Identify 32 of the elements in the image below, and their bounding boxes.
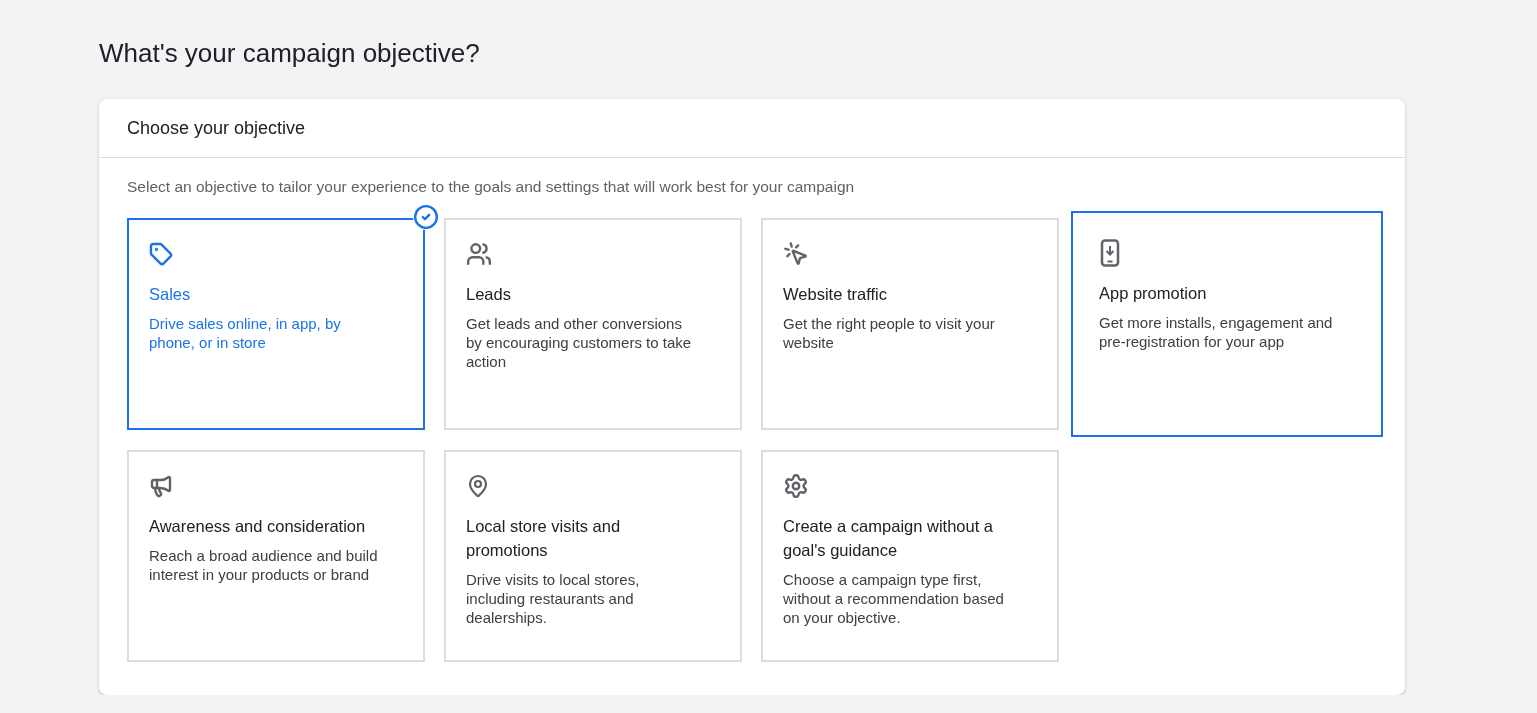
objective-title: Sales	[149, 284, 192, 305]
gear-icon	[783, 473, 809, 499]
objective-description: Reach a broad audience and build interest in your products or brand	[149, 546, 379, 584]
objective-title: Leads	[466, 284, 512, 305]
objective-description: Get the right people to visit your website	[783, 314, 996, 352]
objective-title: Local store visits and promotions	[466, 516, 622, 561]
map-pin-icon	[466, 474, 490, 498]
page-title: What's your campaign objective?	[99, 38, 481, 69]
tag-icon	[149, 242, 173, 266]
megaphone-icon	[149, 474, 173, 498]
objective-description: Get leads and other conversions by encouraging customers to take action	[466, 314, 693, 371]
objective-title: Website traffic	[783, 284, 888, 305]
objective-description: Drive sales online, in app, by phone, or in store	[149, 314, 342, 352]
phone-download-icon	[1099, 239, 1121, 267]
objective-title: App promotion	[1099, 283, 1208, 304]
objective-card[interactable]: Leads Get leads and other conversions by encouraging customers to take action	[444, 218, 742, 430]
panel-title: Choose your objective	[127, 118, 306, 138]
objective-card[interactable]: Local store visits and promotions Drive visits to local stores, including restaurants and dealerships.	[444, 450, 742, 662]
objective-card[interactable]: Website traffic Get the right people to visit your website	[761, 218, 1059, 430]
objective-title: Create a campaign without a goal's guidance	[783, 516, 995, 561]
objective-description: Choose a campaign type first, without a recommendation based on your objective.	[783, 570, 1005, 627]
objective-card[interactable]: Awareness and consideration Reach a broad audience and build interest in your products or brand	[127, 450, 425, 662]
people-icon	[466, 241, 492, 267]
cursor-click-icon	[783, 241, 809, 267]
objective-card[interactable]: App promotion Get more installs, engagement and pre-registration for your app	[1071, 211, 1383, 437]
panel-description: Select an objective to tailor your experience to the goals and settings that will work best for your campaign	[127, 178, 856, 196]
checkmark-icon	[413, 204, 439, 230]
objective-description: Drive visits to local stores, including restaurants and dealerships.	[466, 570, 641, 627]
objective-description: Get more installs, engagement and pre-registration for your app	[1099, 313, 1334, 351]
objective-card[interactable]: Sales Drive sales online, in app, by phone, or in store	[127, 218, 425, 430]
objective-title: Awareness and consideration	[149, 516, 367, 537]
objective-card[interactable]: Create a campaign without a goal's guidance Choose a campaign type first, without a recommendation based on your objective.	[761, 450, 1059, 662]
